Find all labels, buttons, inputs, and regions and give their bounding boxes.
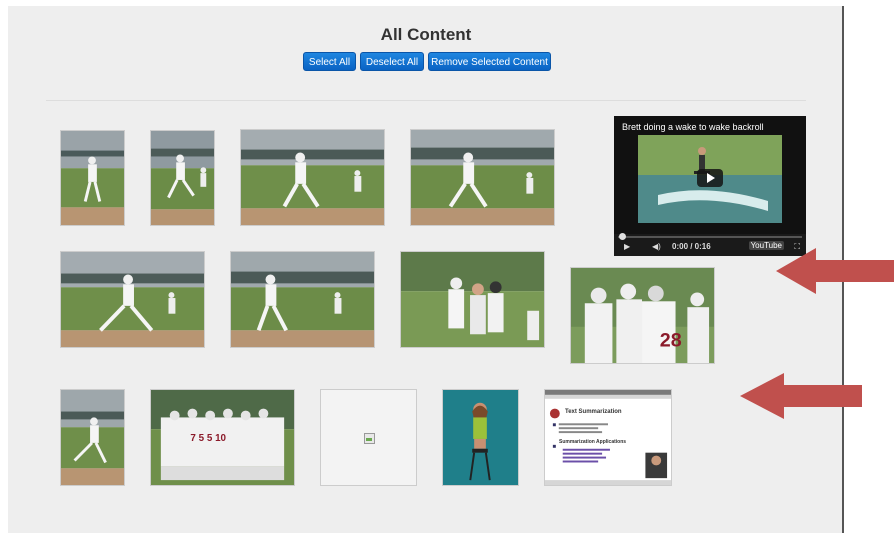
thumbnail-10[interactable]: 7 5 5 10 — [150, 389, 295, 486]
page-title: All Content — [380, 25, 472, 44]
thumbnail-2[interactable] — [150, 130, 215, 226]
thumbnail-6[interactable] — [230, 251, 375, 348]
content-panel: All Content Select All Deselect All Remo… — [8, 6, 844, 533]
arrow-icon — [776, 248, 894, 294]
deselect-all-button[interactable]: Deselect All — [360, 52, 424, 71]
video-time: 0:00 / 0:16 — [672, 242, 711, 251]
video-title[interactable]: Brett doing a wake to wake backroll — [622, 122, 764, 132]
divider — [46, 100, 806, 101]
slide-thumbnail[interactable]: Text Summarization Summarization Applica… — [544, 389, 672, 486]
thumbnail-5[interactable] — [60, 251, 205, 348]
thumbnail-3[interactable] — [240, 129, 385, 226]
thumbnail-9[interactable] — [60, 389, 125, 486]
video-player[interactable]: Brett doing a wake to wake backroll ▶ ◀)… — [614, 116, 806, 256]
svg-text:7 5 5 10: 7 5 5 10 — [190, 433, 226, 444]
thumbnail-12[interactable] — [442, 389, 519, 486]
slide-heading: Text Summarization — [565, 409, 622, 415]
thumbnail-4[interactable] — [410, 129, 555, 226]
broken-image-thumbnail[interactable] — [320, 389, 417, 486]
select-all-button[interactable]: Select All — [303, 52, 356, 71]
thumbnail-8[interactable]: 28 — [570, 267, 715, 364]
remove-selected-content-button[interactable]: Remove Selected Content — [428, 52, 551, 71]
play-icon[interactable]: ▶ — [624, 242, 630, 251]
thumbnail-1[interactable] — [60, 130, 125, 226]
video-frame[interactable] — [638, 135, 782, 223]
svg-text:28: 28 — [660, 329, 682, 351]
volume-icon[interactable]: ◀) — [652, 242, 661, 251]
thumbnail-7[interactable] — [400, 251, 545, 348]
progress-handle[interactable] — [619, 233, 626, 240]
arrow-icon — [740, 373, 862, 419]
broken-image-icon — [364, 433, 375, 444]
play-icon[interactable] — [697, 169, 723, 187]
slide-section: Summarization Applications — [559, 439, 627, 445]
video-progress-bar[interactable] — [618, 233, 802, 240]
